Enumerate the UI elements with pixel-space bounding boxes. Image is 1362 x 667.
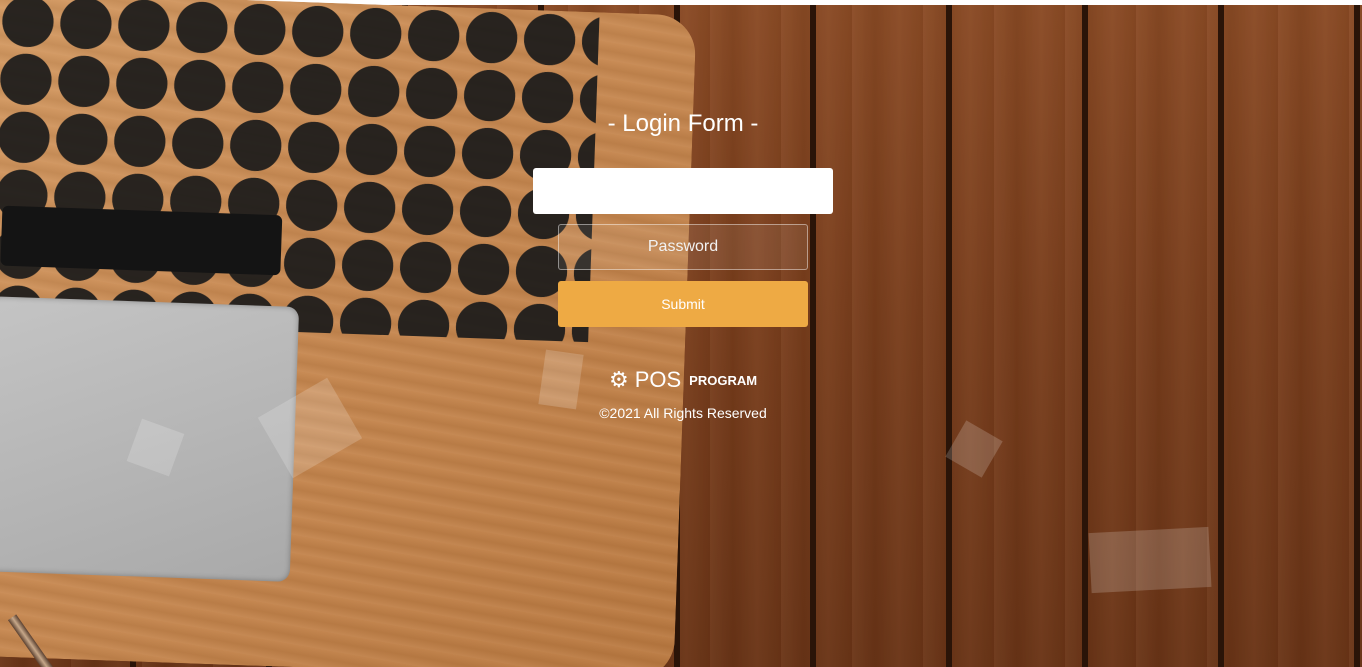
username-input[interactable] — [533, 168, 833, 214]
form-title: - Login Form - — [607, 110, 759, 137]
submit-button[interactable]: Submit — [558, 281, 808, 327]
keyboard-keys — [0, 0, 600, 343]
password-input[interactable] — [558, 224, 808, 270]
login-form: - Login Form - Submit ⚙ POS PROGRAM ©202… — [533, 110, 833, 421]
brand-name: POS — [634, 367, 682, 392]
brand-suffix: PROGRAM — [689, 372, 758, 388]
brand-logo: ⚙ POS PROGRAM — [533, 367, 833, 393]
spacebar — [0, 205, 283, 276]
decorative-square — [945, 420, 1003, 478]
copyright-text: ©2021 All Rights Reserved — [599, 405, 767, 421]
decorative-square — [1088, 526, 1212, 594]
gear-icon: ⚙ — [608, 367, 629, 392]
